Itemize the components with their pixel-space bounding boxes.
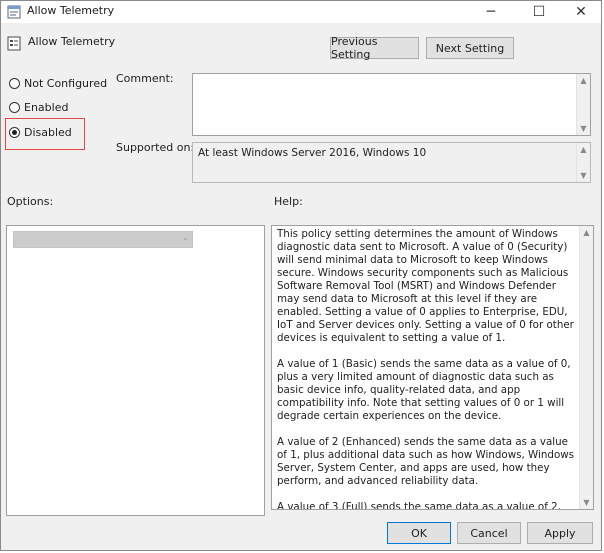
help-paragraph: A value of 3 (Full) sends the same data … bbox=[277, 501, 561, 510]
previous-setting-button[interactable]: Previous Setting bbox=[330, 35, 419, 61]
supported-on-label: Supported on: bbox=[116, 141, 195, 154]
help-text: This policy setting determines the amoun… bbox=[277, 228, 577, 510]
policy-dialog: Allow Telemetry ─ ☐ ✕ Allow Telemetry Pr… bbox=[0, 0, 602, 551]
highlight-box bbox=[5, 118, 85, 150]
help-paragraph: A value of 2 (Enhanced) sends the same d… bbox=[277, 436, 575, 487]
help-paragraph: This policy setting determines the amoun… bbox=[277, 228, 574, 344]
scroll-down-icon[interactable]: ▼ bbox=[580, 496, 593, 509]
options-label: Options: bbox=[7, 195, 54, 208]
help-scrollbar[interactable]: ▲ ▼ bbox=[579, 226, 593, 509]
policy-name-header: Allow Telemetry bbox=[28, 35, 116, 48]
enabled-radio[interactable]: Enabled bbox=[9, 99, 68, 115]
ok-button[interactable]: OK bbox=[387, 522, 451, 544]
radio-circle[interactable] bbox=[9, 77, 20, 89]
scroll-down-icon[interactable]: ▼ bbox=[577, 122, 590, 135]
radio-label: Not Configured bbox=[24, 76, 108, 90]
supported-on-value: At least Windows Server 2016, Windows 10 bbox=[198, 147, 427, 159]
policy-icon bbox=[7, 5, 21, 19]
scroll-down-icon[interactable]: ▼ bbox=[577, 169, 590, 182]
apply-button[interactable]: Apply bbox=[527, 522, 593, 544]
radio-label: Enabled bbox=[24, 100, 69, 114]
radio-circle[interactable] bbox=[9, 101, 20, 113]
comment-label: Comment: bbox=[116, 72, 174, 85]
maximize-button[interactable]: ☐ bbox=[519, 1, 559, 23]
comment-scrollbar[interactable]: ▲ ▼ bbox=[576, 74, 590, 135]
close-button[interactable]: ✕ bbox=[561, 1, 601, 23]
help-label: Help: bbox=[274, 195, 303, 208]
scroll-up-icon[interactable]: ▲ bbox=[580, 226, 593, 239]
title-bar[interactable]: Allow Telemetry ─ ☐ ✕ bbox=[1, 1, 601, 23]
help-paragraph: A value of 1 (Basic) sends the same data… bbox=[277, 358, 571, 422]
supported-on-field: At least Windows Server 2016, Windows 10… bbox=[192, 142, 591, 183]
minimize-button[interactable]: ─ bbox=[471, 1, 511, 23]
window-title: Allow Telemetry bbox=[27, 4, 115, 17]
comment-textarea[interactable]: ▲ ▼ bbox=[192, 73, 591, 136]
cancel-button[interactable]: Cancel bbox=[457, 522, 521, 544]
policy-settings-icon bbox=[7, 36, 21, 51]
chevron-down-icon: ⌄ bbox=[181, 233, 189, 243]
help-panel[interactable]: This policy setting determines the amoun… bbox=[271, 225, 594, 510]
scroll-up-icon[interactable]: ▲ bbox=[577, 143, 590, 156]
supported-scrollbar[interactable]: ▲ ▼ bbox=[576, 143, 590, 182]
not-configured-radio[interactable]: Not Configured bbox=[9, 75, 107, 91]
options-dropdown[interactable]: ⌄ bbox=[13, 231, 193, 248]
scroll-up-icon[interactable]: ▲ bbox=[577, 74, 590, 87]
next-setting-button[interactable]: Next Setting bbox=[426, 37, 514, 59]
options-panel: ⌄ bbox=[6, 225, 265, 516]
